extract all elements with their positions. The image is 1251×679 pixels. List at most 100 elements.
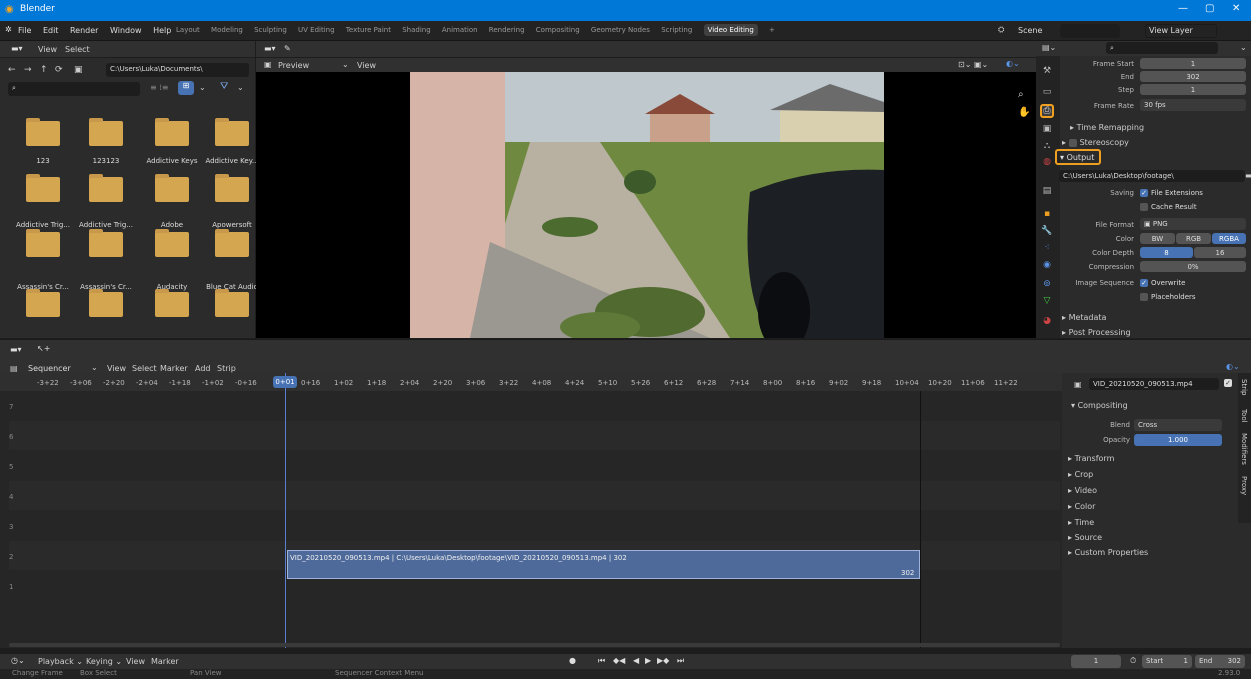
- color-section[interactable]: ▸ Color: [1068, 502, 1095, 511]
- channel-row[interactable]: [9, 421, 1060, 450]
- editor-type-icon[interactable]: ▬▾: [11, 44, 23, 53]
- tab-shading[interactable]: Shading: [402, 26, 430, 34]
- tab-modifiers[interactable]: Modifiers: [1240, 433, 1248, 465]
- tab-geometry-nodes[interactable]: Geometry Nodes: [591, 26, 650, 34]
- custom-properties-section[interactable]: ▸ Custom Properties: [1068, 548, 1148, 557]
- overlay-icon[interactable]: ⊡⌄ ▣⌄: [958, 60, 988, 69]
- filter-icon[interactable]: ⛛: [220, 81, 228, 92]
- color-rgba-button[interactable]: RGBA: [1212, 233, 1246, 244]
- constraint-tab-icon[interactable]: ⊚: [1040, 279, 1054, 293]
- folder-browse-icon[interactable]: ▬: [1245, 171, 1251, 180]
- seq-editor-type-icon[interactable]: ▬▾: [10, 345, 22, 354]
- parent-dir-icon[interactable]: ↑: [40, 65, 48, 75]
- pan-hand-icon[interactable]: ✋: [1018, 107, 1030, 118]
- compositing-section[interactable]: ▾ Compositing: [1071, 401, 1128, 410]
- color-bw-button[interactable]: BW: [1140, 233, 1175, 244]
- output-path-field[interactable]: C:\Users\Luka\Desktop\footage\: [1059, 170, 1245, 182]
- tab-texture-paint[interactable]: Texture Paint: [346, 26, 391, 34]
- output-tab-icon[interactable]: ⎙: [1040, 104, 1054, 118]
- strip-name-field[interactable]: VID_20210520_090513.mp4: [1089, 378, 1219, 390]
- fb-menu-select[interactable]: Select: [65, 45, 90, 54]
- properties-search[interactable]: ⌕: [1106, 42, 1218, 54]
- render-tab-icon[interactable]: ▭: [1040, 87, 1054, 101]
- view-layer-tab-icon[interactable]: ▣: [1040, 124, 1054, 138]
- data-tab-icon[interactable]: ▽: [1040, 296, 1054, 310]
- current-frame-field[interactable]: 1: [1071, 655, 1121, 668]
- view-layer-field[interactable]: [1145, 24, 1217, 38]
- time-section[interactable]: ▸ Time: [1068, 518, 1094, 527]
- tab-rendering[interactable]: Rendering: [489, 26, 525, 34]
- path-field[interactable]: C:\Users\Luka\Documents\: [106, 63, 249, 77]
- folder-icon[interactable]: [89, 229, 123, 257]
- folder-icon[interactable]: [26, 174, 60, 202]
- folder-icon[interactable]: [89, 289, 123, 317]
- folder-icon[interactable]: [215, 118, 249, 146]
- channel-row[interactable]: [9, 511, 1060, 540]
- seq-menu-view[interactable]: View: [107, 364, 126, 373]
- properties-editor-icon[interactable]: ▤⌄: [1042, 43, 1056, 52]
- transform-section[interactable]: ▸ Transform: [1068, 454, 1114, 463]
- seq-menu-select[interactable]: Select: [132, 364, 157, 373]
- close-button[interactable]: ✕: [1232, 3, 1240, 14]
- auto-keying-icon[interactable]: ●: [569, 656, 576, 665]
- menu-edit[interactable]: Edit: [43, 26, 59, 35]
- placeholders-checkbox[interactable]: Placeholders: [1140, 293, 1196, 301]
- crop-section[interactable]: ▸ Crop: [1068, 470, 1093, 479]
- frame-start-field[interactable]: 1: [1140, 58, 1246, 69]
- tab-uv-editing[interactable]: UV Editing: [298, 26, 335, 34]
- folder-icon[interactable]: [155, 174, 189, 202]
- stopwatch-icon[interactable]: ⏱: [1130, 656, 1136, 666]
- folder-icon[interactable]: [155, 118, 189, 146]
- frame-step-field[interactable]: 1: [1140, 84, 1246, 95]
- tl-menu-marker[interactable]: Marker: [151, 657, 179, 666]
- maximize-button[interactable]: ▢: [1205, 3, 1214, 14]
- folder-icon[interactable]: [89, 118, 123, 146]
- forward-icon[interactable]: →: [24, 65, 32, 75]
- folder-icon[interactable]: [215, 289, 249, 317]
- next-keyframe-icon[interactable]: ▶◆: [657, 656, 669, 665]
- blender-menu-icon[interactable]: ✲: [5, 25, 12, 34]
- tab-compositing[interactable]: Compositing: [536, 26, 580, 34]
- display-list-icon[interactable]: ≡ ⁞≡: [150, 83, 169, 92]
- gizmo-icon[interactable]: ◐⌄: [1006, 59, 1020, 68]
- folder-icon[interactable]: [215, 174, 249, 202]
- keying-menu[interactable]: Keying ⌄: [86, 657, 122, 666]
- sequencer-mode-dropdown[interactable]: Sequencer: [28, 364, 71, 373]
- cache-result-checkbox[interactable]: Cache Result: [1140, 203, 1197, 211]
- metadata-section[interactable]: ▸ Metadata: [1062, 313, 1106, 322]
- current-frame-indicator[interactable]: 0+01: [273, 376, 297, 388]
- scene-icon[interactable]: ⛭: [998, 25, 1004, 35]
- preview-editor-icon[interactable]: ▬▾: [264, 44, 276, 53]
- depth-16-button[interactable]: 16: [1194, 247, 1246, 258]
- add-workspace-button[interactable]: +: [769, 26, 775, 34]
- blend-dropdown[interactable]: Cross: [1134, 419, 1222, 431]
- seq-menu-marker[interactable]: Marker: [160, 364, 188, 373]
- overlay-toggle-icon[interactable]: ◐⌄: [1226, 362, 1240, 371]
- video-section[interactable]: ▸ Video: [1068, 486, 1097, 495]
- tab-video-editing[interactable]: Video Editing: [703, 24, 758, 36]
- fb-menu-view[interactable]: View: [38, 45, 57, 54]
- color-rgb-button[interactable]: RGB: [1176, 233, 1211, 244]
- tab-sculpting[interactable]: Sculpting: [254, 26, 287, 34]
- play-icon[interactable]: ▶: [645, 656, 651, 665]
- playback-menu[interactable]: Playback ⌄: [38, 657, 83, 666]
- folder-icon[interactable]: [26, 118, 60, 146]
- scene-field[interactable]: [1060, 24, 1120, 38]
- end-field[interactable]: End 302: [1195, 655, 1245, 668]
- world-tab-icon[interactable]: ◍: [1040, 157, 1054, 171]
- preview-mode[interactable]: Preview: [278, 61, 309, 70]
- frame-rate-dropdown[interactable]: 30 fps: [1140, 99, 1246, 111]
- source-section[interactable]: ▸ Source: [1068, 533, 1102, 542]
- strip-mute-checkbox[interactable]: ✓: [1224, 378, 1235, 387]
- channel-row[interactable]: [9, 451, 1060, 480]
- tab-tool[interactable]: Tool: [1240, 409, 1248, 423]
- physics-tab-icon[interactable]: ◉: [1040, 260, 1054, 274]
- folder-icon[interactable]: [26, 289, 60, 317]
- play-reverse-icon[interactable]: ◀: [633, 656, 639, 665]
- menu-help[interactable]: Help: [153, 26, 171, 35]
- folder-icon[interactable]: [155, 289, 189, 317]
- tool-tab-icon[interactable]: ⚒: [1040, 66, 1054, 80]
- jump-start-icon[interactable]: ⏮: [598, 656, 605, 666]
- collection-tab-icon[interactable]: ▤: [1040, 186, 1054, 200]
- channel-row[interactable]: [9, 391, 1060, 420]
